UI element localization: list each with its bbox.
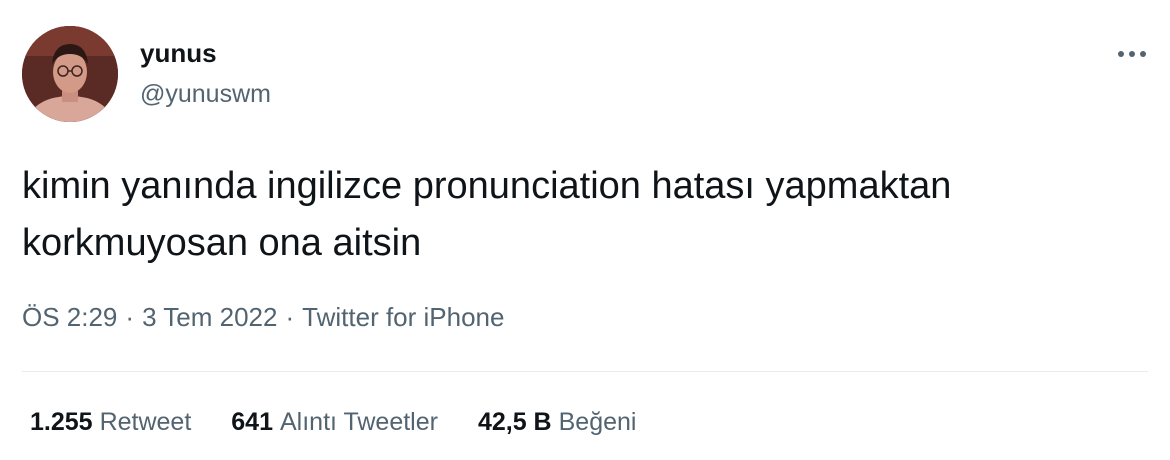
divider xyxy=(22,371,1148,372)
meta-separator: · xyxy=(285,302,295,332)
tweet-card: yunus @yunuswm kimin yanında ingilizce p… xyxy=(0,0,1170,460)
quotes-count: 641 xyxy=(231,408,273,436)
tweet-time[interactable]: ÖS 2:29 xyxy=(22,302,117,332)
likes-stat[interactable]: 42,5 B Beğeni xyxy=(478,408,637,437)
meta-separator: · xyxy=(125,302,135,332)
tweet-date[interactable]: 3 Tem 2022 xyxy=(142,302,277,332)
avatar-photo xyxy=(22,26,118,122)
tweet-stats: 1.255 Retweet 641 Alıntı Tweetler 42,5 B Be… xyxy=(30,408,636,437)
more-options-button[interactable] xyxy=(1114,40,1150,68)
retweets-count: 1.255 xyxy=(30,408,93,436)
likes-label: Beğeni xyxy=(558,408,637,436)
tweet-meta: ÖS 2:29 · 3 Tem 2022 · Twitter for iPhone xyxy=(22,302,504,333)
likes-count: 42,5 B xyxy=(477,408,552,436)
retweets-stat[interactable]: 1.255 Retweet xyxy=(30,408,191,437)
author-name[interactable]: yunus xyxy=(140,38,217,69)
avatar[interactable] xyxy=(22,26,118,122)
quotes-label: Alıntı Tweetler xyxy=(280,408,438,436)
author-handle[interactable]: @yunuswm xyxy=(140,80,271,109)
quotes-stat[interactable]: 641 Alıntı Tweetler xyxy=(231,408,438,437)
more-horizontal-icon xyxy=(1118,51,1146,57)
tweet-source[interactable]: Twitter for iPhone xyxy=(302,302,504,332)
tweet-text: kimin yanında ingilizce pronunciation ha… xyxy=(22,165,952,264)
retweets-label: Retweet xyxy=(99,408,192,436)
